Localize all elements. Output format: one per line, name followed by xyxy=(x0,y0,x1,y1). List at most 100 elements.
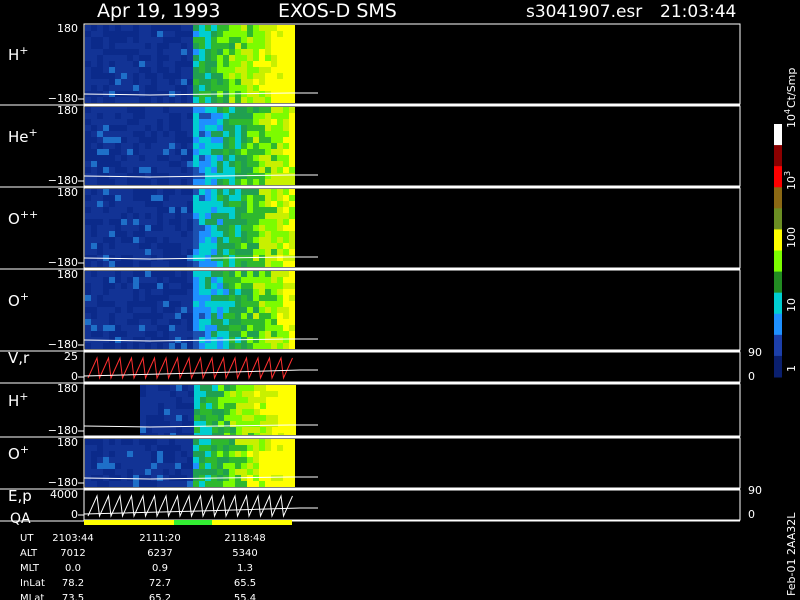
spectrogram-cell xyxy=(121,295,127,301)
spectrogram-cell xyxy=(236,385,242,391)
spectrogram-cell xyxy=(241,249,247,255)
spectrogram-cell xyxy=(248,427,254,433)
spectrogram-cell xyxy=(145,277,151,283)
spectrogram-cell xyxy=(229,457,235,463)
spectrogram-cell xyxy=(193,25,199,31)
spectrogram-cell xyxy=(289,225,295,231)
spectrogram-cell xyxy=(235,149,241,155)
spectrogram-cell xyxy=(109,283,115,289)
spectrogram-cell xyxy=(284,415,290,421)
spectrogram-cell xyxy=(109,313,115,319)
spectrogram-cell xyxy=(223,307,229,313)
spectrogram-cell xyxy=(260,421,266,427)
spectrogram-cell xyxy=(115,149,121,155)
spectrogram-cell xyxy=(283,201,289,207)
spectrogram-cell xyxy=(290,421,296,427)
spectrogram-cell xyxy=(109,271,115,277)
spectrogram-cell xyxy=(139,137,145,143)
spectrogram-cell xyxy=(157,189,163,195)
spectrogram-cell xyxy=(229,31,235,37)
spectrogram-cell xyxy=(151,25,157,31)
spectrogram-cell xyxy=(139,91,145,97)
spectrogram-cell xyxy=(115,167,121,173)
spectrogram-cell xyxy=(199,249,205,255)
spectrogram-cell xyxy=(139,451,145,457)
spectrogram-cell xyxy=(169,261,175,267)
spectrogram-cell xyxy=(235,107,241,113)
spectrogram-cell xyxy=(289,237,295,243)
spectrogram-cell xyxy=(277,249,283,255)
spectrogram-cell xyxy=(127,271,133,277)
spectrogram-cell xyxy=(235,451,241,457)
spectrogram-cell xyxy=(139,73,145,79)
spectrogram-cell xyxy=(253,481,259,487)
spectrogram-cell xyxy=(272,415,278,421)
spectrogram-cell xyxy=(229,97,235,103)
spectrogram-cell xyxy=(151,469,157,475)
spectrogram-cell xyxy=(271,481,277,487)
spectrogram-cell xyxy=(259,475,265,481)
spectrogram-cell xyxy=(115,271,121,277)
spectrogram-cell xyxy=(181,439,187,445)
spectrogram-cell xyxy=(241,79,247,85)
spectrogram-cell xyxy=(163,271,169,277)
spectrogram-cells xyxy=(85,107,295,185)
spectrogram-cell xyxy=(284,409,290,415)
y-tick-top: 180 xyxy=(57,186,78,199)
spectrogram-cell xyxy=(115,61,121,67)
spectrogram-cell xyxy=(176,433,182,435)
spectrogram-cell xyxy=(121,137,127,143)
spectrogram-cell xyxy=(127,475,133,481)
spectrogram-cell xyxy=(289,119,295,125)
spectrogram-cell xyxy=(145,301,151,307)
spectrogram-cell xyxy=(217,313,223,319)
spectrogram-cell xyxy=(91,161,97,167)
spectrogram-cell xyxy=(139,289,145,295)
spectrogram-cell xyxy=(187,31,193,37)
spectrogram-cell xyxy=(163,237,169,243)
spectrogram-cell xyxy=(211,261,217,267)
spectrogram-cell xyxy=(121,79,127,85)
spectrogram-cell xyxy=(235,143,241,149)
spectrogram-cell xyxy=(253,207,259,213)
spectrogram-cell xyxy=(289,201,295,207)
spectrogram-cell xyxy=(163,331,169,337)
spectrogram-cell xyxy=(151,73,157,79)
spectrogram-cell xyxy=(259,25,265,31)
colorbar-tick-label: 100 xyxy=(785,227,798,248)
spectrogram-cell xyxy=(235,439,241,445)
spectrogram-cell xyxy=(272,427,278,433)
spectrogram-cell xyxy=(241,131,247,137)
spectrogram-cell xyxy=(151,481,157,487)
spectrogram-cell xyxy=(205,149,211,155)
spectrogram-cells xyxy=(85,271,295,349)
spectrogram-cell xyxy=(158,385,164,391)
spectrogram-cell xyxy=(253,107,259,113)
spectrogram-cell xyxy=(259,149,265,155)
spectrogram-cell xyxy=(103,261,109,267)
spectrogram-cell xyxy=(103,195,109,201)
spectrogram-cell xyxy=(151,283,157,289)
spectrogram-cell xyxy=(139,219,145,225)
spectrogram-cell xyxy=(175,201,181,207)
spectrogram-cell xyxy=(145,445,151,451)
spectrogram-cell xyxy=(187,243,193,249)
spectrogram-cell xyxy=(265,481,271,487)
spectrogram-cell xyxy=(235,307,241,313)
spectrogram-cell xyxy=(103,313,109,319)
spectrogram-cell xyxy=(253,113,259,119)
colorbar-segment xyxy=(774,229,782,251)
spectrogram-cell xyxy=(97,237,103,243)
spectrogram-cell xyxy=(85,49,91,55)
spectrogram-cell xyxy=(175,55,181,61)
spectrogram-cell xyxy=(175,67,181,73)
spectrogram-cell xyxy=(205,201,211,207)
spectrogram-cell xyxy=(97,49,103,55)
spectrogram-cell xyxy=(199,481,205,487)
spectrogram-cell xyxy=(103,319,109,325)
spectrogram-cell xyxy=(223,261,229,267)
spectrogram-cell xyxy=(218,409,224,415)
spectrogram-figure: Apr 19, 1993 EXOS-D SMS s3041907.esr 21:… xyxy=(0,0,798,600)
spectrogram-cell xyxy=(265,155,271,161)
spectrogram-cell xyxy=(277,189,283,195)
